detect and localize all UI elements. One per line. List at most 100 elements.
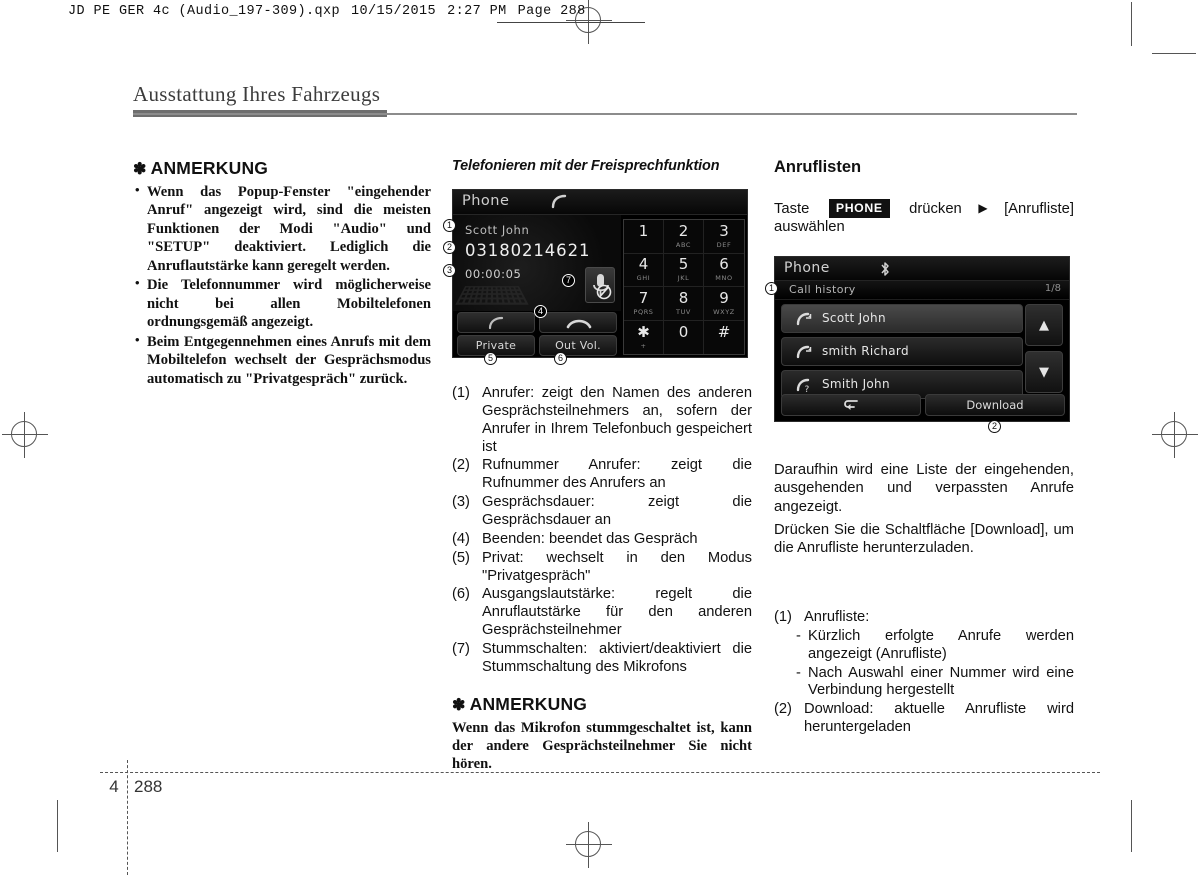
crop-mark-top-right-h bbox=[1152, 53, 1196, 54]
history-subtitle: Call history bbox=[789, 283, 856, 296]
print-header-date: 10/15/2015 bbox=[351, 4, 437, 19]
keypad-key-5[interactable]: 5 JKL bbox=[664, 253, 704, 287]
call-screen-body: Scott John 03180214621 00:00:05 Private … bbox=[453, 215, 747, 358]
legend-item: (2) Rufnummer Anrufer: zeigt die Rufnumme… bbox=[452, 457, 752, 493]
legend-item: (7) Stummschalten: aktiviert/deaktiviert … bbox=[452, 641, 752, 677]
note-heading-middle-label: ANMERKUNG bbox=[469, 694, 588, 714]
keypad-key-6[interactable]: 6 MNO bbox=[704, 254, 744, 287]
svg-text:?: ? bbox=[805, 385, 810, 394]
callout-4: 4 bbox=[534, 305, 547, 318]
callout-7: 7 bbox=[562, 274, 575, 287]
legend-item: (6) Ausgangslautstärke: regelt die Anrufl… bbox=[452, 586, 752, 640]
call-screen-legend: (1) Anrufer: zeigt den Namen des anderen … bbox=[452, 385, 752, 678]
keypad-key-3[interactable]: 3 DEF bbox=[704, 220, 744, 254]
incoming-call-icon bbox=[795, 311, 813, 332]
legend-number: (1) bbox=[774, 609, 792, 625]
keypad-key-0[interactable]: 0 bbox=[664, 320, 704, 354]
history-screen-title: Phone bbox=[784, 260, 830, 276]
keypad-digit: 7 bbox=[638, 288, 649, 307]
paragraph: Daraufhin wird eine Liste der eingehende… bbox=[774, 462, 1074, 515]
private-button-label: Private bbox=[475, 339, 517, 352]
legend-text: Privat: wechselt in den Modus "Privatges… bbox=[482, 549, 752, 584]
keypad-key-9[interactable]: 9 WXYZ bbox=[704, 287, 744, 321]
legend-text: Download: aktuelle Anrufliste wird herun… bbox=[804, 701, 1074, 736]
keypad-key-1[interactable]: 1 bbox=[624, 220, 664, 254]
callout-2: 2 bbox=[443, 241, 456, 254]
page-title: Ausstattung Ihres Fahrzeugs bbox=[133, 82, 381, 106]
history-callout-2: 2 bbox=[988, 420, 1001, 433]
out-volume-button[interactable]: Out Vol. bbox=[539, 335, 617, 356]
middle-column: Telefonieren mit der Freisprechfunktion bbox=[452, 158, 752, 185]
chapter-title-block: Ausstattung Ihres Fahrzeugs bbox=[133, 82, 1077, 117]
keypad-letters: GHI bbox=[636, 274, 651, 283]
keypad-key-8[interactable]: 8 TUV bbox=[664, 287, 704, 321]
legend-subitem: - Nach Auswahl einer Nummer wird eine Ver… bbox=[774, 665, 1074, 701]
scroll-down-button[interactable]: ▼ bbox=[1025, 351, 1063, 393]
legend-text: Anrufliste: bbox=[804, 609, 870, 625]
keypad-key-7[interactable]: 7 PQRS bbox=[624, 287, 664, 321]
instruction-line: Taste PHONE drücken ▶ [Anrufliste] auswä… bbox=[774, 199, 1074, 237]
keypad-digit: 9 bbox=[719, 288, 729, 307]
right-column: Anruflisten Taste PHONE drücken ▶ [Anruf… bbox=[774, 158, 1074, 237]
history-titlebar: Phone bbox=[775, 257, 1069, 281]
out-volume-button-label: Out Vol. bbox=[555, 339, 601, 352]
note-bullet: Die Telefonnummer wird möglicherweise ni… bbox=[133, 275, 431, 331]
callout-5: 5 bbox=[484, 352, 497, 365]
note-heading-middle: ✽ ANMERKUNG bbox=[452, 694, 752, 715]
legend-number: (1) bbox=[452, 385, 470, 401]
callout-1: 1 bbox=[443, 219, 456, 232]
asterisk-icon: ✽ bbox=[452, 697, 466, 714]
legend-dash: - bbox=[796, 664, 801, 681]
legend-item: (3) Gesprächsdauer: zeigt die Gesprächsda… bbox=[452, 494, 752, 530]
keypad-key-2[interactable]: 2 ABC bbox=[664, 220, 704, 254]
keypad-digit: # bbox=[717, 322, 731, 341]
back-button[interactable] bbox=[781, 394, 921, 416]
call-history-name: smith Richard bbox=[822, 344, 909, 358]
keypad-letters: TUV bbox=[676, 307, 691, 316]
keypad-digit: 6 bbox=[719, 255, 729, 274]
keypad-key-hash[interactable]: # bbox=[704, 321, 744, 355]
handset-icon bbox=[551, 194, 569, 214]
private-button[interactable]: Private bbox=[457, 335, 535, 356]
call-control-buttons: Private Out Vol. bbox=[453, 311, 621, 358]
keypad-key-4[interactable]: 4 GHI bbox=[624, 253, 664, 287]
history-scroll-controls: ▲ ▼ bbox=[1025, 304, 1063, 398]
keypad-letters: WXYZ bbox=[713, 307, 735, 316]
mute-button[interactable] bbox=[585, 267, 615, 303]
left-column: ✽ANMERKUNG Wenn das Popup-Fenster "einge… bbox=[133, 158, 431, 389]
call-history-name: Scott John bbox=[822, 311, 886, 325]
keypad-digit: 0 bbox=[678, 322, 689, 341]
answer-call-button[interactable] bbox=[457, 312, 535, 333]
call-duration: 00:00:05 bbox=[465, 267, 522, 281]
instruction-mid: drücken bbox=[909, 201, 962, 217]
keypad-key-star[interactable]: ✱ + bbox=[624, 320, 664, 354]
print-header: JD PE GER 4c (Audio_197-309).qxp 10/15/20… bbox=[68, 4, 586, 19]
history-legend: (1) Anrufliste: - Kürzlich erfolgte Anrufe… bbox=[774, 609, 1074, 738]
call-history-row[interactable]: smith Richard bbox=[781, 337, 1023, 366]
note-heading-left-label: ANMERKUNG bbox=[150, 158, 269, 178]
print-header-rule bbox=[497, 22, 645, 23]
scroll-up-button[interactable]: ▲ bbox=[1025, 304, 1063, 346]
keypad-digit: 2 bbox=[678, 221, 689, 240]
download-button[interactable]: Download bbox=[925, 394, 1065, 416]
legend-subitem: - Kürzlich erfolgte Anrufe werden angezei… bbox=[774, 628, 1074, 664]
dial-keypad[interactable]: 1 2 ABC 3 DEF 4 GHI 5 JKL 6 MNO 7 PQRS 8 TUV 9W… bbox=[623, 219, 745, 355]
crop-mark-bottom-left-v bbox=[57, 800, 58, 852]
legend-item: (1) Anrufliste: bbox=[774, 609, 1074, 627]
legend-subtext: Nach Auswahl einer Nummer wird eine Verb… bbox=[808, 664, 1074, 699]
callout-6: 6 bbox=[554, 352, 567, 365]
legend-item: (5) Privat: wechselt in den Modus "Privat… bbox=[452, 550, 752, 586]
keypad-digit: ✱ bbox=[637, 322, 650, 341]
call-screen-title: Phone bbox=[462, 193, 510, 209]
phone-key-badge[interactable]: PHONE bbox=[828, 199, 890, 219]
call-history-row[interactable]: Scott John bbox=[781, 304, 1023, 333]
legend-number: (5) bbox=[452, 549, 470, 566]
keypad-letters: PQRS bbox=[633, 307, 654, 316]
legend-text: Gesprächsdauer: zeigt die Gesprächsdauer… bbox=[482, 494, 752, 529]
call-history-list: Scott John smith Richard ? Smith John bbox=[781, 304, 1023, 403]
keypad-digit: 8 bbox=[678, 288, 689, 307]
caller-name: Scott John bbox=[465, 223, 530, 237]
note-body-left: Wenn das Popup-Fenster "eingehender Anru… bbox=[133, 182, 431, 388]
legend-text: Rufnummer Anrufer: zeigt die Rufnummer d… bbox=[482, 457, 752, 492]
end-call-button[interactable] bbox=[539, 312, 617, 333]
